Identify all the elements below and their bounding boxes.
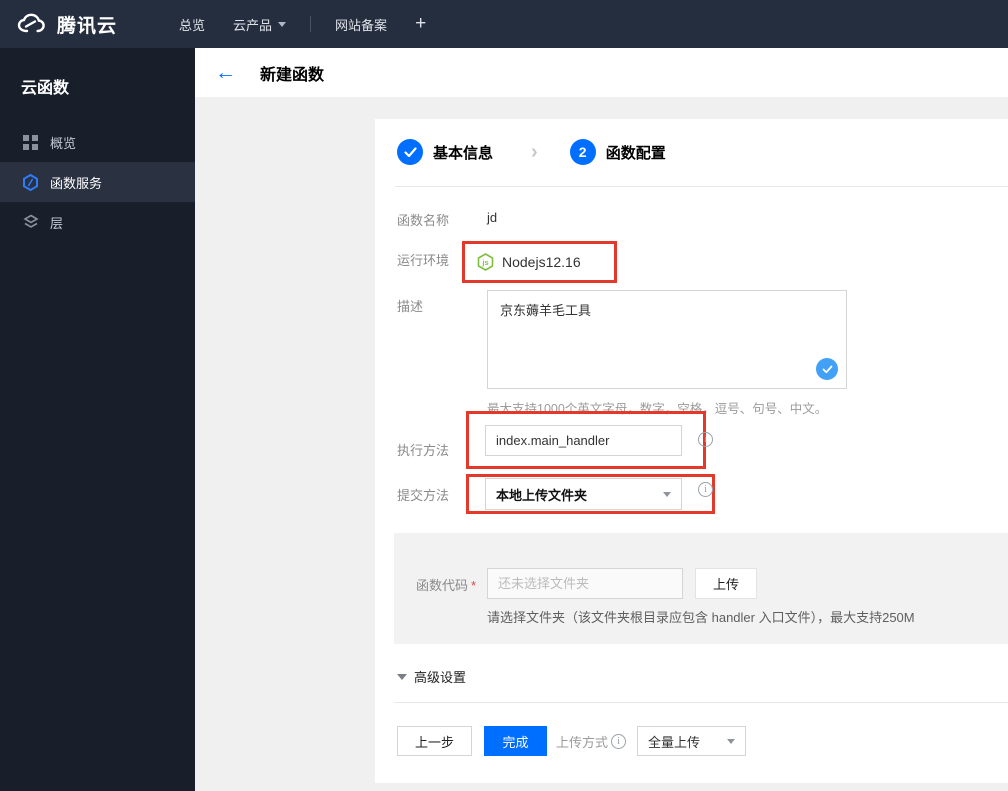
page-header: ← 新建函数 [195,48,1008,97]
handler-input[interactable] [485,425,682,456]
step-indicator: 基本信息 › 2 函数配置 [397,139,666,165]
valid-check-icon [816,358,838,380]
submit-method-select[interactable]: 本地上传文件夹 [485,478,682,510]
finish-button[interactable]: 完成 [484,726,547,756]
runtime-label: 运行环境 [397,253,450,268]
sidebar-item-label: 函数服务 [50,175,103,191]
triangle-down-icon [397,673,407,680]
content-area: 基本信息 › 2 函数配置 函数名称 jd 运行环境 js Nodejs12.1… [195,97,1008,791]
runtime-value-row: js Nodejs12.16 [465,244,614,280]
step1-label: 基本信息 [433,144,494,162]
annotation-box-submit-method: 本地上传文件夹 [466,474,715,514]
folder-path-input[interactable] [487,568,683,599]
step2-label: 函数配置 [605,144,666,162]
select-caret-icon [727,738,736,744]
advanced-settings-label: 高级设置 [414,670,467,685]
required-asterisk: * [471,578,477,593]
sidebar-item-label: 概览 [50,135,77,151]
nav-add-shortcut-button[interactable]: + [401,0,440,48]
function-name-value: jd [487,210,498,225]
nav-website-icp[interactable]: 网站备案 [321,0,401,48]
sidebar-item-overview[interactable]: 概览 [0,122,195,162]
nodejs-icon: js [477,253,494,271]
grid-overview-icon [22,134,39,151]
annotation-box-runtime: js Nodejs12.16 [462,241,617,283]
description-label: 描述 [397,299,424,314]
brand-name: 腾讯云 [57,15,118,37]
nav-overview[interactable]: 总览 [165,0,219,48]
previous-step-button[interactable]: 上一步 [397,726,472,756]
submit-method-value: 本地上传文件夹 [496,487,588,503]
description-textarea[interactable]: 京东薅羊毛工具 [487,290,847,389]
svg-text:js: js [481,258,488,267]
upload-mode-info-icon[interactable] [611,733,627,749]
tencent-cloud-logo[interactable]: 腾讯云 [14,11,117,38]
handler-label: 执行方法 [397,443,450,458]
function-hexagon-icon [22,173,39,191]
sidebar-item-layers[interactable]: 层 [0,202,195,242]
upload-mode-value: 全量上传 [648,734,701,750]
create-function-panel: 基本信息 › 2 函数配置 函数名称 jd 运行环境 js Nodejs12.1… [375,119,1008,783]
sidebar-title: 云函数 [21,80,70,97]
upload-mode-select[interactable]: 全量上传 [637,726,747,756]
function-name-label: 函数名称 [397,213,450,228]
caret-down-icon [278,21,287,27]
layers-icon [22,214,39,231]
nav-divider [310,16,312,32]
footer-actions: 上一步 完成 上传方式 全量上传 [397,726,747,756]
advanced-settings-toggle[interactable]: 高级设置 [397,667,466,686]
nav-cloud-products[interactable]: 云产品 [219,0,300,48]
select-caret-icon [663,491,671,497]
upload-mode-label: 上传方式 [556,732,627,751]
app-window: 腾讯云 总览 云产品 网站备案 + 云函数 概览 函数服务 层 ← 新建函数 基… [0,0,1008,791]
submit-method-label: 提交方法 [397,488,450,503]
sidebar-item-function-service[interactable]: 函数服务 [0,162,195,202]
function-code-label: 函数代码 * [416,578,477,593]
function-code-hint: 请选择文件夹（该文件夹根目录应包含 handler 入口文件），最大支持250M [487,610,915,625]
page-title: 新建函数 [260,66,325,84]
description-text: 京东薅羊毛工具 [500,303,592,318]
step1-check-icon [397,139,423,165]
annotation-box-handler [466,411,706,469]
step-divider [395,186,1008,187]
handler-info-icon[interactable] [698,432,713,447]
upload-button[interactable]: 上传 [695,568,757,599]
topbar: 腾讯云 总览 云产品 网站备案 + [0,0,1008,48]
step-chevron-icon: › [531,140,538,163]
sidebar-item-label: 层 [50,215,64,231]
cloud-logo-icon [14,12,48,36]
back-arrow-button[interactable]: ← [215,62,236,83]
sidebar: 云函数 概览 函数服务 层 [0,48,195,791]
submit-method-info-icon[interactable] [698,482,713,497]
runtime-value: Nodejs12.16 [502,254,581,270]
top-nav: 总览 云产品 网站备案 + [165,0,440,48]
step2-number-badge: 2 [569,139,596,165]
footer-divider [394,702,1008,703]
